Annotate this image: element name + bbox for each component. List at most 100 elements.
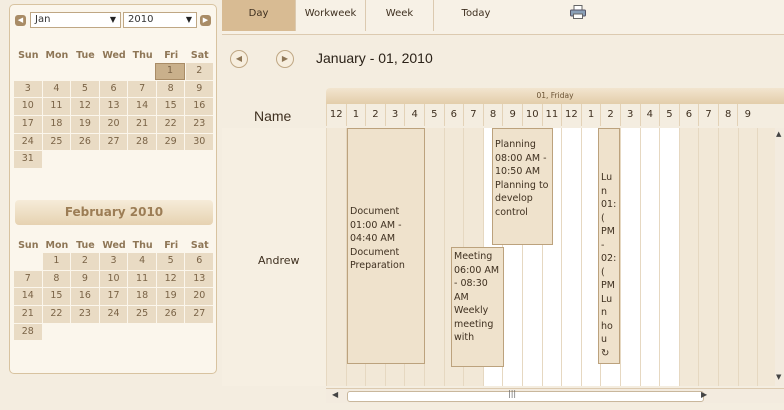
calendar-day[interactable]: 11 xyxy=(42,98,71,116)
calendar-day[interactable]: 10 xyxy=(99,270,128,288)
scroll-thumb[interactable]: ||| xyxy=(347,389,704,402)
schedule-grid[interactable]: Document 01:00 AM - 04:40 AM Document Pr… xyxy=(326,128,784,386)
calendar-day[interactable]: 20 xyxy=(99,116,128,133)
calendar-day[interactable]: 28 xyxy=(128,133,156,151)
calendar-day[interactable]: 5 xyxy=(156,253,185,270)
tab-workweek[interactable]: Workweek xyxy=(296,0,366,31)
calendar-day[interactable]: 27 xyxy=(185,306,214,323)
calendar-day[interactable]: 16 xyxy=(185,98,214,116)
event-appointment[interactable]: Meeting 06:00 AM - 08:30 AM Weekly meeti… xyxy=(451,247,504,367)
hour-column[interactable] xyxy=(639,128,660,386)
next-month-button[interactable]: ▶ xyxy=(200,15,211,26)
calendar-day[interactable]: 24 xyxy=(14,133,42,151)
hour-column[interactable] xyxy=(757,128,777,386)
calendar-day[interactable]: 21 xyxy=(128,116,156,133)
year-select[interactable]: 2010 ▼ xyxy=(123,12,197,28)
weekday-label: Thu xyxy=(132,50,153,61)
vertical-scrollbar[interactable]: ▲ ▼ xyxy=(775,128,784,386)
calendar-day[interactable]: 27 xyxy=(99,133,128,151)
calendar-day[interactable]: 23 xyxy=(71,306,99,323)
event-title: Document xyxy=(350,206,400,217)
calendar-day[interactable]: 7 xyxy=(128,80,156,98)
hour-column[interactable] xyxy=(718,128,738,386)
calendar-day[interactable]: 29 xyxy=(156,133,185,151)
calendar-day[interactable]: 6 xyxy=(185,253,214,270)
calendar-day[interactable]: 18 xyxy=(128,288,156,306)
calendar-day[interactable]: 31 xyxy=(14,151,42,169)
calendar-day[interactable]: 5 xyxy=(71,80,99,98)
calendar-day[interactable]: 9 xyxy=(185,80,214,98)
calendar-day[interactable]: 3 xyxy=(14,80,42,98)
hour-column[interactable] xyxy=(620,128,640,386)
weekday-label: Sat xyxy=(190,240,209,251)
calendar-day[interactable]: 12 xyxy=(156,270,185,288)
calendar-day[interactable]: 1 xyxy=(42,253,71,270)
scroll-up-icon[interactable]: ▲ xyxy=(776,130,781,138)
calendar-day[interactable]: 14 xyxy=(14,288,42,306)
calendar-day[interactable]: 10 xyxy=(14,98,42,116)
calendar-day[interactable]: 2 xyxy=(185,63,213,80)
calendar-day[interactable]: 23 xyxy=(185,116,214,133)
tab-day[interactable]: Day xyxy=(222,0,296,31)
scroll-down-icon[interactable]: ▼ xyxy=(776,373,781,381)
calendar-day[interactable]: 14 xyxy=(128,98,156,116)
calendar-day[interactable]: 19 xyxy=(156,288,185,306)
calendar-day[interactable]: 25 xyxy=(42,133,71,151)
calendar-day[interactable]: 17 xyxy=(99,288,128,306)
calendar-day[interactable]: 6 xyxy=(99,80,128,98)
hour-column[interactable] xyxy=(737,128,758,386)
hour-column[interactable] xyxy=(659,128,679,386)
calendar-day[interactable]: 20 xyxy=(185,288,214,306)
calendar-day[interactable]: 4 xyxy=(128,253,156,270)
calendar-day[interactable]: 13 xyxy=(99,98,128,116)
event-appointment[interactable]: Planning 08:00 AM - 10:50 AM Planning to… xyxy=(492,128,553,245)
prev-month-button[interactable]: ◀ xyxy=(15,15,26,26)
hour-column[interactable] xyxy=(424,128,444,386)
calendar-day[interactable]: 15 xyxy=(156,98,185,116)
printer-icon[interactable] xyxy=(570,5,586,19)
calendar-day[interactable]: 16 xyxy=(71,288,99,306)
calendar-day[interactable]: 8 xyxy=(156,80,185,98)
calendar-day[interactable]: 15 xyxy=(42,288,71,306)
calendar-day[interactable]: 11 xyxy=(128,270,156,288)
calendar-day[interactable]: 18 xyxy=(42,116,71,133)
calendar-day[interactable]: 9 xyxy=(71,270,99,288)
calendar-day[interactable]: 7 xyxy=(14,270,42,288)
next-day-button[interactable]: ▶ xyxy=(276,50,294,68)
hour-column[interactable] xyxy=(698,128,718,386)
calendar-day[interactable]: 24 xyxy=(99,306,128,323)
calendar-day[interactable]: 1 xyxy=(155,63,185,80)
calendar-day[interactable]: 25 xyxy=(128,306,156,323)
calendar-day[interactable]: 3 xyxy=(99,253,128,270)
calendar-day[interactable]: 30 xyxy=(185,133,214,151)
tab-today[interactable]: Today xyxy=(434,0,518,31)
calendar-day xyxy=(43,324,71,341)
calendar-day[interactable]: 26 xyxy=(156,306,185,323)
calendar-day[interactable]: 4 xyxy=(42,80,71,98)
hour-column[interactable] xyxy=(561,128,581,386)
month-select[interactable]: Jan ▼ xyxy=(30,12,121,28)
calendar-day[interactable]: 22 xyxy=(42,306,71,323)
weekday-label: Sat xyxy=(190,50,209,61)
event-appointment[interactable]: Lun 01:( PM - 02:( PM Lun hou ↻ xyxy=(598,128,620,364)
scroll-right-icon[interactable]: ▶ xyxy=(701,390,707,399)
calendar-day[interactable]: 26 xyxy=(71,133,99,151)
calendar-day[interactable]: 12 xyxy=(71,98,99,116)
tab-week[interactable]: Week xyxy=(366,0,434,31)
event-appointment[interactable]: Document 01:00 AM - 04:40 AM Document Pr… xyxy=(347,128,425,364)
calendar-day xyxy=(127,63,154,80)
prev-day-button[interactable]: ◀ xyxy=(230,50,248,68)
scroll-left-icon[interactable]: ◀ xyxy=(332,390,338,399)
calendar-day[interactable]: 8 xyxy=(42,270,71,288)
hour-label: 6 xyxy=(443,104,464,126)
calendar-day[interactable]: 22 xyxy=(156,116,185,133)
calendar-day[interactable]: 17 xyxy=(14,116,42,133)
calendar-day[interactable]: 2 xyxy=(71,253,99,270)
calendar-day[interactable]: 21 xyxy=(14,306,42,323)
calendar-day[interactable]: 19 xyxy=(71,116,99,133)
horizontal-scrollbar[interactable]: ◀ ||| ▶ xyxy=(326,388,784,403)
hour-column[interactable] xyxy=(326,128,346,386)
calendar-day[interactable]: 13 xyxy=(185,270,214,288)
calendar-day[interactable]: 28 xyxy=(14,323,42,341)
hour-column[interactable] xyxy=(678,128,699,386)
